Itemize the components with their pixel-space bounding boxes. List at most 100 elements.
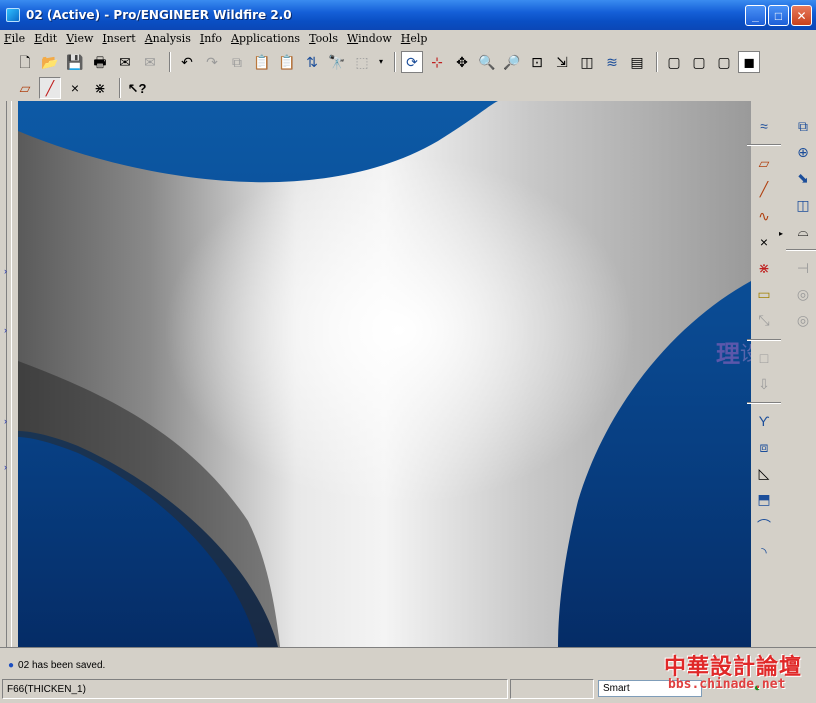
menu-file[interactable]: File xyxy=(4,32,25,45)
minimize-icon: _ xyxy=(752,8,759,23)
send-mail-icon[interactable]: ✉ xyxy=(114,51,136,73)
orient-mode-icon[interactable]: ✥ xyxy=(451,51,473,73)
maximize-button[interactable]: □ xyxy=(768,5,789,26)
feature-tools-column: ⧉ ⊕ ⬊ ◫ ⌓ ⊣ ◎ ◎ xyxy=(786,115,816,336)
feature-toolbar: ≈ ▱ ╱ ∿ × ⋇ ▭ ⤡ □ ⇩ ϒ ⧈ ◺ ⬒ ⌒ ◝ ▸ ⧉ ⊕ ⬊ … xyxy=(747,101,816,647)
datum-tools-column: ≈ ▱ ╱ ∿ × ⋇ ▭ ⤡ □ ⇩ ϒ ⧈ ◺ ⬒ ⌒ ◝ xyxy=(747,115,781,567)
merge-tool-icon[interactable]: □ xyxy=(753,347,775,369)
close-button[interactable]: ✕ xyxy=(791,5,812,26)
sash-arrow-icon[interactable]: › xyxy=(4,266,7,276)
paste-special-icon[interactable]: 📋 xyxy=(276,51,298,73)
model-tree-icon[interactable]: ▤ xyxy=(626,51,648,73)
no-hidden-icon[interactable]: ▢ xyxy=(713,51,735,73)
watermark-glyph: 理 xyxy=(716,338,740,368)
left-sash[interactable]: › › › › xyxy=(0,101,18,647)
new-file-icon[interactable]: 🗋 xyxy=(14,51,36,73)
open-file-icon[interactable]: 📂 xyxy=(39,51,61,73)
variable-sweep-icon[interactable]: ⬊ xyxy=(792,167,814,189)
sash-arrow-icon[interactable]: › xyxy=(4,416,7,426)
selection-status-text: F66(THICKEN_1) xyxy=(7,684,86,695)
menu-edit[interactable]: Edit xyxy=(34,32,57,45)
undo-icon[interactable]: ↶ xyxy=(176,51,198,73)
round-tool-icon[interactable]: ⌒ xyxy=(753,515,775,537)
datum-axis-tool-icon[interactable]: ╱ xyxy=(753,178,775,200)
sash-arrow-icon[interactable]: › xyxy=(4,462,7,472)
repaint-icon[interactable]: ⟳ xyxy=(401,51,423,73)
zoom-out-icon[interactable]: 🔎 xyxy=(501,51,523,73)
view-manager-icon[interactable]: ◫ xyxy=(576,51,598,73)
window-title: 02 (Active) - Pro/ENGINEER Wildfire 2.0 xyxy=(26,8,292,22)
menu-tools[interactable]: Tools xyxy=(309,32,338,45)
menu-view[interactable]: View xyxy=(66,32,93,45)
copy-tool-icon[interactable]: ◎ xyxy=(792,309,814,331)
redo-icon[interactable]: ↷ xyxy=(201,51,223,73)
toolbar-separator xyxy=(786,248,816,251)
paste-icon[interactable]: 📋 xyxy=(251,51,273,73)
mirror-tool-icon[interactable]: ⊣ xyxy=(792,257,814,279)
hidden-line-icon[interactable]: ▢ xyxy=(688,51,710,73)
left-sash-strip xyxy=(6,101,12,647)
close-icon: ✕ xyxy=(796,8,807,23)
boundary-blend-icon[interactable]: ⌓ xyxy=(792,220,814,242)
datum-points-icon[interactable]: × xyxy=(64,77,86,99)
whats-this-help-icon[interactable]: ↖? xyxy=(126,77,148,99)
extrude-tool-icon[interactable]: ⧉ xyxy=(792,115,814,137)
datum-axes-icon[interactable]: ╱ xyxy=(39,77,61,99)
sketch-tool-icon[interactable]: ≈ xyxy=(753,115,775,137)
menu-info[interactable]: Info xyxy=(200,32,222,45)
sash-arrow-icon[interactable]: › xyxy=(4,325,7,335)
blend-tool-icon[interactable]: ◫ xyxy=(792,194,814,216)
trim-tool-icon[interactable]: ⇩ xyxy=(753,373,775,395)
message-text: 02 has been saved. xyxy=(18,660,106,671)
shading-icon[interactable]: ◼ xyxy=(738,51,760,73)
status-cell-empty xyxy=(510,679,594,699)
message-line: ● 02 has been saved. xyxy=(8,660,105,671)
chamfer-tool-icon[interactable]: ◝ xyxy=(753,541,775,563)
csys-tool-icon[interactable]: ⋇ xyxy=(753,257,775,279)
copy-icon[interactable]: ⧉ xyxy=(226,51,248,73)
pattern-tool-icon[interactable]: ◎ xyxy=(792,283,814,305)
refit-icon[interactable]: ⊡ xyxy=(526,51,548,73)
saved-views-icon[interactable]: ⇲ xyxy=(551,51,573,73)
analysis-feature-icon[interactable]: ▭ xyxy=(753,283,775,305)
save-icon[interactable]: 💾 xyxy=(64,51,86,73)
menu-insert[interactable]: Insert xyxy=(102,32,135,45)
flyout-arrow-icon[interactable]: ▸ xyxy=(779,229,783,238)
print-icon[interactable]: 🖶 xyxy=(89,51,111,73)
wireframe-icon[interactable]: ▢ xyxy=(663,51,685,73)
forum-watermark: 中華設計論壇 bbs.chinade.net xyxy=(658,645,814,701)
datum-planes-icon[interactable]: ▱ xyxy=(14,77,36,99)
toolbar-separator xyxy=(656,52,658,72)
zoom-in-icon[interactable]: 🔍 xyxy=(476,51,498,73)
draft-tool-icon[interactable]: ⬒ xyxy=(753,488,775,510)
datum-curve-tool-icon[interactable]: ∿ xyxy=(753,205,775,227)
datum-point-tool-icon[interactable]: × xyxy=(753,231,775,253)
shaded-model xyxy=(18,101,751,647)
csys-icon[interactable]: ⋇ xyxy=(89,77,111,99)
rib-tool-icon[interactable]: ◺ xyxy=(753,462,775,484)
minimize-button[interactable]: _ xyxy=(745,5,766,26)
hole-tool-icon[interactable]: ϒ xyxy=(753,410,775,432)
shell-tool-icon[interactable]: ⧈ xyxy=(753,436,775,458)
chevron-down-icon[interactable]: ▾ xyxy=(376,51,386,73)
spin-center-icon[interactable]: ⊹ xyxy=(426,51,448,73)
send-link-icon[interactable]: ✉ xyxy=(139,51,161,73)
regenerate-icon[interactable]: ⇅ xyxy=(301,51,323,73)
toolbar-separator xyxy=(747,144,781,147)
window-controls: _ □ ✕ xyxy=(745,5,812,26)
menu-help[interactable]: Help xyxy=(401,32,428,45)
menu-window[interactable]: Window xyxy=(347,32,392,45)
graphics-window[interactable] xyxy=(18,101,751,647)
revolve-tool-icon[interactable]: ⊕ xyxy=(792,141,814,163)
menu-analysis[interactable]: Analysis xyxy=(145,32,191,45)
offset-tool-icon[interactable]: ⤡ xyxy=(753,309,775,331)
layers-icon[interactable]: ≋ xyxy=(601,51,623,73)
menu-applications[interactable]: Applications xyxy=(231,32,300,45)
main-toolbar: 🗋 📂 💾 🖶 ✉ ✉ ↶ ↷ ⧉ 📋 📋 ⇅ 🔭 ⬚ ▾ ⟳ ⊹ ✥ 🔍 🔎 … xyxy=(0,49,816,75)
find-icon[interactable]: 🔭 xyxy=(326,51,348,73)
watermark-url-text: bbs.chinade.net xyxy=(668,677,786,692)
datum-plane-tool-icon[interactable]: ▱ xyxy=(753,152,775,174)
select-box-icon[interactable]: ⬚ xyxy=(351,51,373,73)
app-icon xyxy=(6,8,20,22)
title-bar[interactable]: 02 (Active) - Pro/ENGINEER Wildfire 2.0 … xyxy=(0,0,816,30)
